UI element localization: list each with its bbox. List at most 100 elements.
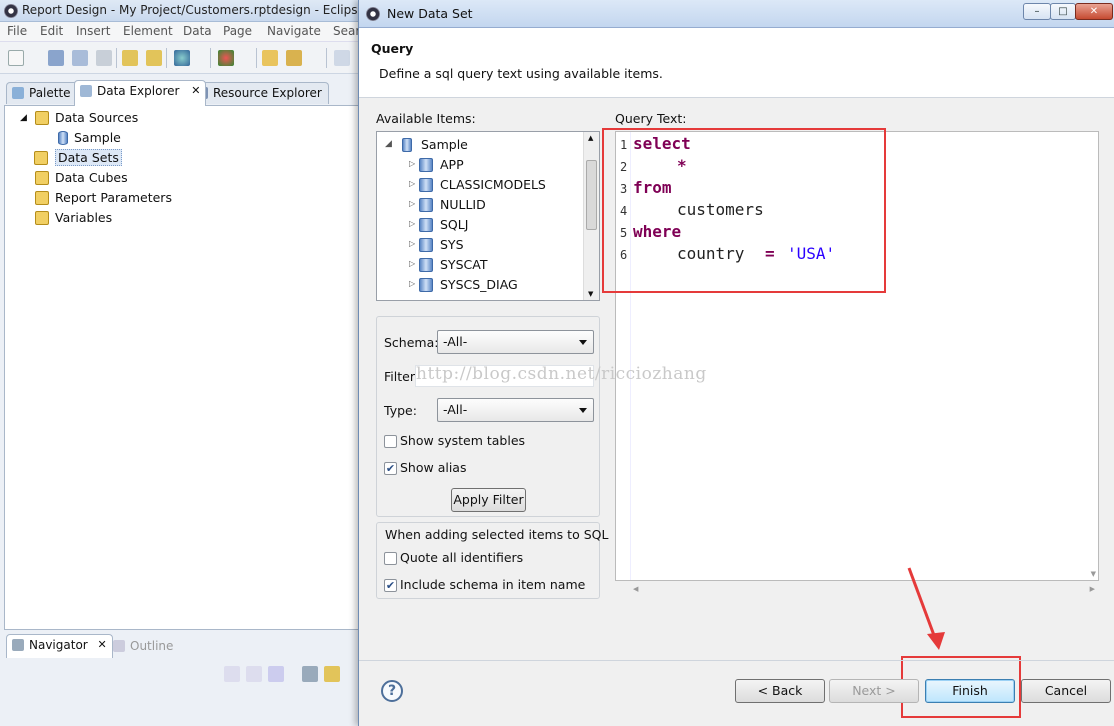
collapsed-arrow-icon[interactable]: ▷ [409, 219, 415, 228]
menu-search[interactable]: Sear [333, 24, 360, 38]
tree-report-parameters[interactable]: Report Parameters [35, 190, 172, 205]
scroll-down-icon[interactable]: ▼ [1091, 570, 1096, 578]
undo-icon[interactable] [122, 50, 138, 66]
collapsed-arrow-icon[interactable]: ▷ [409, 259, 415, 268]
maximize-button[interactable]: □ [1050, 3, 1076, 20]
palette-icon [12, 87, 24, 99]
menu-bar: File Edit Insert Element Data Page Navig… [0, 22, 360, 42]
menu-element[interactable]: Element [123, 24, 173, 38]
finish-button[interactable]: Finish [925, 679, 1015, 703]
tab-data-explorer[interactable]: Data Explorer ✕ [74, 80, 207, 106]
schema-icon [419, 158, 433, 172]
quote-all-identifiers-checkbox[interactable] [384, 552, 397, 565]
close-tab-icon[interactable]: ✕ [98, 638, 107, 651]
tab-outline[interactable]: Outline [108, 636, 179, 658]
redo-icon[interactable] [146, 50, 162, 66]
menu-data[interactable]: Data [183, 24, 212, 38]
schema-label: Schema: [384, 335, 439, 350]
open-folder-icon[interactable] [262, 50, 278, 66]
show-system-tables-checkbox[interactable] [384, 435, 397, 448]
new-data-set-dialog: New Data Set – □ ✕ Query Define a sql qu… [358, 0, 1114, 726]
collapsed-arrow-icon[interactable]: ▷ [409, 199, 415, 208]
run-report-icon[interactable] [218, 50, 234, 66]
minimize-button[interactable]: – [1023, 3, 1051, 20]
tool-icon[interactable] [286, 50, 302, 66]
scrollbar-thumb[interactable] [586, 160, 597, 230]
menu-page[interactable]: Page [223, 24, 252, 38]
tree-item-schema[interactable]: ▷ APP [377, 155, 585, 175]
navigator-area: Navigator ✕ Outline [4, 632, 360, 726]
tree-item-schema[interactable]: ▷ SYSCS_DIAG [377, 275, 585, 295]
tab-resource-explorer[interactable]: Resource Explorer [190, 82, 329, 104]
schema-icon [419, 238, 433, 252]
tree-data-sources[interactable]: Data Sources [35, 110, 138, 125]
scroll-up-icon[interactable]: ▲ [588, 134, 593, 142]
collapsed-arrow-icon[interactable]: ▷ [409, 239, 415, 248]
print-icon[interactable] [96, 50, 112, 66]
tree-item-sample[interactable]: ◢ Sample [377, 135, 585, 155]
collapsed-arrow-icon[interactable]: ▷ [409, 179, 415, 188]
cancel-button[interactable]: Cancel [1021, 679, 1111, 703]
menu-insert[interactable]: Insert [76, 24, 110, 38]
tree-sample[interactable]: Sample [58, 130, 121, 145]
scroll-down-icon[interactable]: ▼ [588, 290, 593, 298]
eclipse-title-bar[interactable]: Report Design - My Project/Customers.rpt… [0, 0, 365, 22]
tree-item-schema[interactable]: ▷ SYS [377, 235, 585, 255]
tab-navigator[interactable]: Navigator ✕ [6, 634, 113, 658]
tree-item-schema[interactable]: ▷ CLASSICMODELS [377, 175, 585, 195]
tree-data-cubes[interactable]: Data Cubes [35, 170, 128, 185]
schema-icon [419, 178, 433, 192]
tree-item-schema[interactable]: ▷ SQLJ [377, 215, 585, 235]
document-icon[interactable] [334, 50, 350, 66]
include-schema-label: Include schema in item name [400, 577, 586, 592]
tree-variables[interactable]: Variables [35, 210, 112, 225]
schema-icon [419, 218, 433, 232]
next-button[interactable]: Next > [829, 679, 919, 703]
collapsed-arrow-icon[interactable]: ▷ [409, 279, 415, 288]
type-label: Type: [384, 403, 417, 418]
menu-file[interactable]: File [7, 24, 27, 38]
scroll-right-icon[interactable]: ▶ [1090, 585, 1095, 593]
help-icon[interactable]: ? [381, 680, 403, 702]
outline-icon [113, 640, 125, 652]
collapsed-arrow-icon[interactable]: ▷ [409, 159, 415, 168]
editor-horizontal-scrollbar[interactable]: ◀ ▶ [631, 582, 1097, 598]
link-editor-icon[interactable] [324, 666, 340, 682]
scroll-left-icon[interactable]: ◀ [633, 585, 638, 593]
view-tabs: Palette Data Explorer ✕ Resource Explore… [4, 80, 360, 106]
schema-select[interactable]: -All- [437, 330, 594, 354]
close-button[interactable]: ✕ [1075, 3, 1113, 20]
close-tab-icon[interactable]: ✕ [191, 84, 200, 97]
apply-filter-button[interactable]: Apply Filter [451, 488, 526, 512]
folder-icon [35, 171, 49, 185]
tree-label: Sample [74, 130, 121, 145]
save-all-icon[interactable] [72, 50, 88, 66]
tree-data-sets[interactable]: Data Sets [34, 149, 122, 166]
tab-outline-label: Outline [130, 639, 174, 653]
dialog-header: Query Define a sql query text using avai… [359, 28, 1114, 98]
tree-item-schema[interactable]: ▷ NULLID [377, 195, 585, 215]
back-arrow-icon[interactable] [224, 666, 240, 682]
schema-icon [419, 198, 433, 212]
save-icon[interactable] [48, 50, 64, 66]
expand-arrow-icon[interactable]: ◢ [385, 139, 392, 149]
tree-item-schema[interactable]: ▷ SYSCAT [377, 255, 585, 275]
show-alias-checkbox[interactable]: ✔ [384, 462, 397, 475]
dialog-title-bar[interactable]: New Data Set – □ ✕ [359, 0, 1114, 28]
menu-navigate[interactable]: Navigate [267, 24, 321, 38]
forward-arrow-icon[interactable] [246, 666, 262, 682]
menu-edit[interactable]: Edit [40, 24, 63, 38]
new-icon[interactable] [8, 50, 24, 66]
tree-vertical-scrollbar[interactable]: ▲ ▼ [583, 132, 599, 300]
expand-arrow-icon[interactable]: ◢ [20, 113, 27, 123]
tree-item-label: Sample [421, 137, 468, 152]
include-schema-checkbox[interactable]: ✔ [384, 579, 397, 592]
type-select[interactable]: -All- [437, 398, 594, 422]
tab-palette[interactable]: Palette [6, 82, 78, 104]
back-button[interactable]: < Back [735, 679, 825, 703]
available-items-tree[interactable]: ◢ Sample ▷ APP ▷ CLASSICMODELS ▷ NULLID ▷ SQ… [376, 131, 600, 301]
globe-icon[interactable] [174, 50, 190, 66]
up-icon[interactable] [268, 666, 284, 682]
collapse-all-icon[interactable] [302, 666, 318, 682]
show-alias-label: Show alias [400, 460, 467, 475]
